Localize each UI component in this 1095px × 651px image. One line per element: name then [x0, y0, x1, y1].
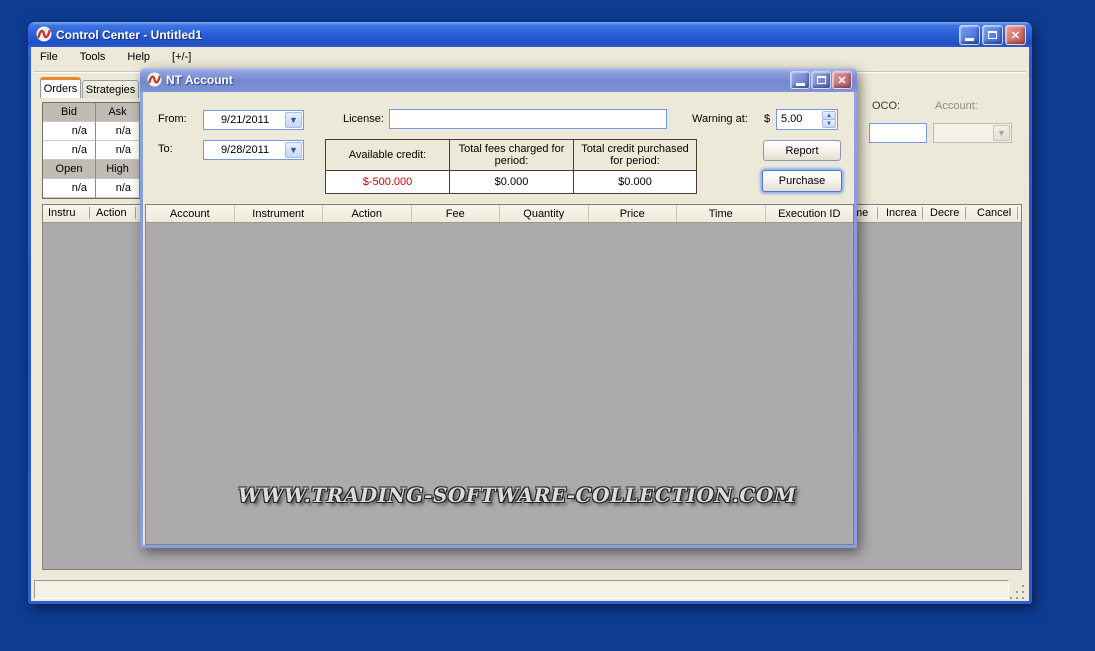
available-credit-header: Available credit:	[326, 140, 449, 170]
warning-amount-value: 5.00	[781, 113, 802, 125]
window-title: Control Center - Untitled1	[56, 28, 202, 42]
chevron-down-icon[interactable]: ▼	[285, 112, 302, 128]
col-decrease[interactable]: Decre	[930, 207, 959, 219]
total-credit-value: $0.000	[574, 171, 696, 193]
close-icon: ✕	[837, 74, 846, 87]
license-label: License:	[343, 113, 384, 125]
total-fees-value: $0.000	[450, 171, 573, 193]
oco-input[interactable]	[869, 123, 927, 143]
currency-symbol: $	[764, 113, 770, 125]
col-quantity[interactable]: Quantity	[500, 205, 589, 222]
executions-grid-header: Account Instrument Action Fee Quantity P…	[146, 205, 853, 223]
account-label: Account:	[935, 100, 978, 112]
tab-strategies-label: Strategies	[86, 84, 136, 96]
quote-row: n/a n/a	[43, 122, 140, 141]
license-input[interactable]	[389, 109, 667, 129]
column-separator[interactable]	[1017, 207, 1018, 219]
app-icon	[36, 26, 52, 42]
minimize-icon	[796, 83, 805, 86]
col-time[interactable]: Time	[677, 205, 766, 222]
col-fee[interactable]: Fee	[412, 205, 501, 222]
ask-value: n/a	[96, 122, 140, 141]
from-date-picker[interactable]: 9/21/2011 ▼	[203, 110, 304, 130]
watermark-text: WWW.TRADING-SOFTWARE-COLLECTION.COM	[238, 483, 718, 507]
report-button[interactable]: Report	[763, 140, 841, 161]
chevron-down-icon[interactable]: ▼	[285, 142, 302, 158]
open-value: n/a	[43, 179, 96, 198]
control-center-titlebar[interactable]: Control Center - Untitled1 ✕	[28, 22, 1032, 47]
bid-value: n/a	[43, 141, 96, 160]
column-separator[interactable]	[877, 207, 878, 219]
quote-header-row: Bid Ask	[43, 103, 140, 122]
maximize-icon	[817, 76, 826, 84]
col-instrument[interactable]: Instrument	[235, 205, 324, 222]
available-credit-value: $-500.000	[326, 171, 449, 193]
maximize-icon	[988, 31, 997, 39]
from-date-value: 9/21/2011	[204, 114, 286, 126]
menu-plusminus[interactable]: [+/-]	[172, 51, 191, 67]
quote-col-high[interactable]: High	[96, 160, 140, 179]
warning-at-label: Warning at:	[692, 113, 748, 125]
minimize-button[interactable]	[959, 25, 980, 45]
to-date-picker[interactable]: 9/28/2011 ▼	[203, 140, 304, 160]
menu-bar: File Tools Help [+/-]	[40, 51, 191, 67]
col-instrument[interactable]: Instru	[48, 207, 76, 219]
col-action[interactable]: Action	[323, 205, 412, 222]
tab-orders-label: Orders	[44, 83, 78, 95]
bid-value: n/a	[43, 122, 96, 141]
column-separator[interactable]	[922, 207, 923, 219]
to-label: To:	[158, 143, 173, 155]
chevron-down-icon: ▼	[993, 125, 1010, 141]
column-separator[interactable]	[89, 207, 90, 219]
desktop: Control Center - Untitled1 ✕ File Tools …	[0, 0, 1095, 651]
quote-col-open[interactable]: Open	[43, 160, 96, 179]
dialog-maximize-button[interactable]	[811, 71, 831, 89]
tab-orders[interactable]: Orders	[40, 77, 81, 98]
ask-value: n/a	[96, 141, 140, 160]
purchase-button[interactable]: Purchase	[762, 170, 842, 192]
column-separator[interactable]	[135, 207, 136, 219]
menu-tools[interactable]: Tools	[80, 51, 106, 67]
dialog-icon	[147, 72, 162, 87]
close-button[interactable]: ✕	[1005, 25, 1026, 45]
quote-row: n/a n/a	[43, 141, 140, 160]
col-action[interactable]: Action	[96, 207, 127, 219]
spinner-down-icon[interactable]: ▼	[822, 119, 836, 128]
col-cancel[interactable]: Cancel	[977, 207, 1011, 219]
total-fees-header: Total fees charged for period:	[450, 140, 573, 170]
dialog-minimize-button[interactable]	[790, 71, 810, 89]
quote-table: Bid Ask n/a n/a n/a n/a Open High n/a n/…	[42, 102, 140, 199]
to-date-value: 9/28/2011	[204, 144, 286, 156]
quote-row: n/a n/a	[43, 179, 140, 198]
column-separator[interactable]	[965, 207, 966, 219]
quote-col-ask[interactable]: Ask	[96, 103, 140, 122]
nt-account-titlebar[interactable]: NT Account ✕	[140, 68, 857, 92]
tab-strategies[interactable]: Strategies	[82, 80, 139, 98]
col-price[interactable]: Price	[589, 205, 678, 222]
account-combobox[interactable]: ▼	[933, 123, 1012, 143]
high-value: n/a	[96, 179, 140, 198]
resize-grip[interactable]	[1010, 585, 1012, 587]
col-account[interactable]: Account	[146, 205, 235, 222]
col-execution-id[interactable]: Execution ID	[766, 205, 854, 222]
menu-help[interactable]: Help	[127, 51, 150, 67]
oco-label: OCO:	[872, 100, 900, 112]
dialog-title: NT Account	[166, 73, 233, 87]
col-increase[interactable]: Increa	[886, 207, 917, 219]
close-icon: ✕	[1011, 29, 1020, 42]
quote-header-row-2: Open High	[43, 160, 140, 179]
warning-amount-spinner[interactable]: 5.00 ▲ ▼	[776, 109, 838, 130]
quote-col-bid[interactable]: Bid	[43, 103, 96, 122]
credit-summary-table: Available credit: Total fees charged for…	[325, 139, 697, 194]
maximize-button[interactable]	[982, 25, 1003, 45]
minimize-icon	[965, 38, 974, 41]
total-credit-header: Total credit purchased for period:	[574, 140, 696, 170]
from-label: From:	[158, 113, 187, 125]
dialog-close-button[interactable]: ✕	[832, 71, 852, 89]
menu-file[interactable]: File	[40, 51, 58, 67]
status-bar	[34, 580, 1009, 599]
